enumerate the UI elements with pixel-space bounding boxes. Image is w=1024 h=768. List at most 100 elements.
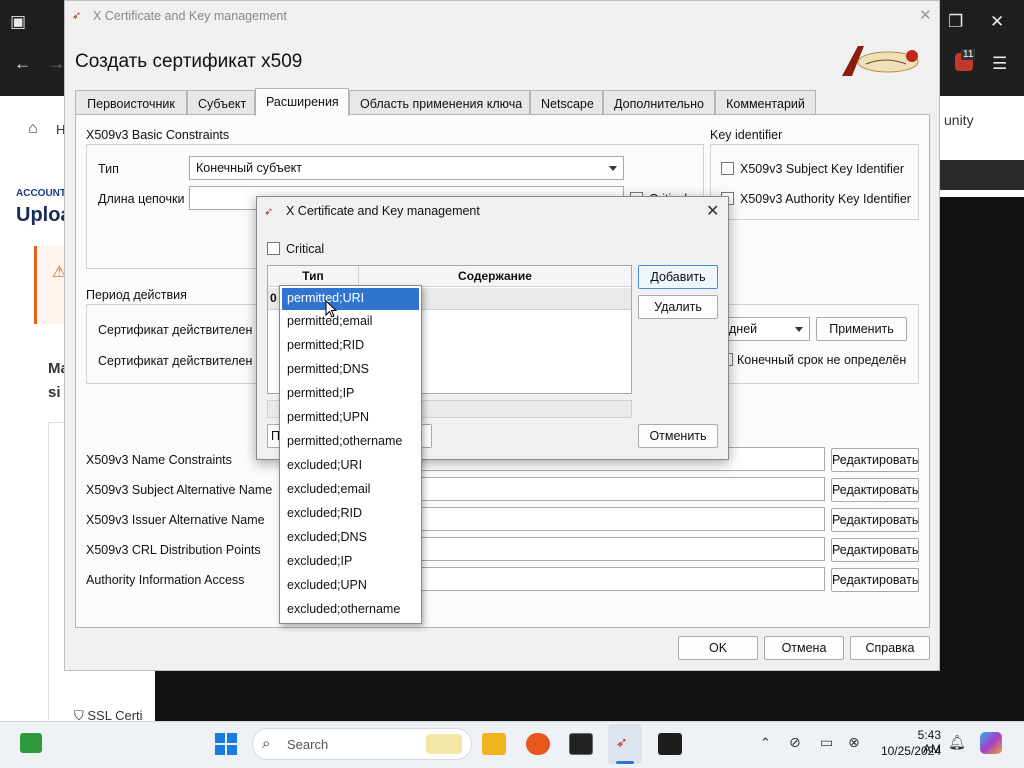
window-title: X Certificate and Key management — [93, 9, 287, 23]
chain-length-label: Длина цепочки — [98, 192, 185, 206]
xca-taskbar-icon: ➶ — [616, 734, 628, 750]
tab-count-badge: 11 — [961, 49, 976, 60]
apply-button[interactable]: Применить — [816, 317, 907, 341]
issuer-alt-name-label: X509v3 Issuer Alternative Name — [86, 513, 265, 527]
dropdown-item-permitted-rid[interactable]: permitted;RID — [280, 334, 421, 358]
tab-actions-icon[interactable]: ▣ — [10, 12, 26, 32]
file-explorer-icon[interactable] — [482, 733, 506, 755]
dropdown-item-excluded-uri[interactable]: excluded;URI — [280, 454, 421, 478]
dropdown-item-excluded-ip[interactable]: excluded;IP — [280, 550, 421, 574]
page-title: Создать сертификат x509 — [75, 51, 303, 72]
crl-points-field[interactable] — [420, 537, 825, 561]
tab-comment[interactable]: Комментарий — [715, 90, 816, 115]
dark-panel — [940, 160, 1024, 190]
subject-alt-name-label: X509v3 Subject Alternative Name — [86, 483, 273, 497]
type-dropdown-list[interactable]: permitted;URI permitted;email permitted;… — [279, 285, 422, 624]
chevron-up-icon[interactable]: ⌃ — [760, 735, 771, 751]
authority-info-field[interactable] — [420, 567, 825, 591]
close-browser-icon[interactable]: ✕ — [990, 12, 1004, 32]
ok-button[interactable]: OK — [678, 636, 758, 660]
validity-unit-select[interactable]: дней — [722, 317, 810, 341]
widgets-icon[interactable] — [20, 733, 42, 753]
search-placeholder: Search — [287, 737, 329, 752]
tab-netscape[interactable]: Netscape — [530, 90, 603, 115]
xca-logo — [836, 44, 922, 78]
tab-extensions[interactable]: Расширения — [255, 88, 349, 116]
start-windows-icon[interactable] — [214, 732, 238, 756]
volume-muted-icon[interactable]: ⊗ — [848, 734, 860, 751]
dialog-critical-checkbox[interactable] — [267, 242, 280, 255]
warning-box — [34, 246, 64, 324]
cancel-button[interactable]: Отмена — [764, 636, 844, 660]
dropdown-item-permitted-dns[interactable]: permitted;DNS — [280, 358, 421, 382]
subject-key-checkbox[interactable] — [721, 162, 734, 175]
dropdown-item-excluded-rid[interactable]: excluded;RID — [280, 502, 421, 526]
edit-name-constraints-button[interactable]: Редактировать — [831, 448, 919, 472]
tab-source[interactable]: Первоисточник — [75, 90, 187, 115]
dropdown-item-permitted-uri[interactable]: permitted;URI — [282, 288, 419, 310]
firefox-icon[interactable] — [526, 733, 550, 755]
dialog-title: X Certificate and Key management — [286, 204, 480, 218]
no-expiry-label: Конечный срок не определён — [737, 353, 907, 367]
list-panel — [48, 422, 64, 720]
add-button[interactable]: Добавить — [638, 265, 718, 289]
clock-date[interactable]: 10/25/2024 — [877, 744, 941, 758]
tab-advanced[interactable]: Дополнительно — [603, 90, 715, 115]
tab-subject[interactable]: Субъект — [187, 90, 255, 115]
dropdown-item-excluded-upn[interactable]: excluded;UPN — [280, 574, 421, 598]
forward-arrow-icon[interactable]: → — [48, 54, 65, 74]
terminal-icon[interactable] — [569, 733, 593, 755]
search-icon: ⌕ — [262, 735, 271, 752]
dropdown-item-excluded-dns[interactable]: excluded;DNS — [280, 526, 421, 550]
back-arrow-icon[interactable]: ← — [14, 54, 31, 74]
authority-key-label: X509v3 Authority Key Identifier — [740, 192, 911, 206]
name-constraints-label: X509v3 Name Constraints — [86, 453, 232, 467]
chevron-down-icon — [795, 327, 803, 332]
key-identifier-group — [710, 144, 919, 220]
dropdown-item-permitted-upn[interactable]: permitted;UPN — [280, 406, 421, 430]
console-icon[interactable] — [658, 733, 682, 755]
remove-button[interactable]: Удалить — [638, 295, 718, 319]
dropdown-item-excluded-othername[interactable]: excluded;othername — [280, 598, 421, 622]
dialog-cancel-button[interactable]: Отменить — [638, 424, 718, 448]
dropdown-item-permitted-ip[interactable]: permitted;IP — [280, 382, 421, 406]
edit-authority-info-button[interactable]: Редактировать — [831, 568, 919, 592]
home-icon[interactable]: ⌂ — [28, 120, 38, 138]
dropdown-item-excluded-email[interactable]: excluded;email — [280, 478, 421, 502]
display-icon[interactable]: ▭ — [820, 734, 833, 751]
text-fragment: unity — [944, 112, 974, 128]
key-identifier-title: Key identifier — [710, 128, 783, 142]
authority-info-label: Authority Information Access — [86, 573, 245, 587]
network-icon[interactable]: ⊘ — [789, 734, 801, 751]
valid-to-label: Сертификат действителен по — [98, 354, 270, 368]
issuer-alt-name-field[interactable] — [420, 507, 825, 531]
active-app-indicator — [616, 761, 634, 764]
edit-subject-alt-name-button[interactable]: Редактировать — [831, 478, 919, 502]
menu-icon[interactable]: ☰ — [992, 54, 1007, 74]
copilot-icon[interactable] — [980, 732, 1002, 754]
mouse-cursor-icon — [325, 299, 338, 321]
column-header-type[interactable]: Тип — [268, 266, 359, 287]
dialog-logo-icon: ➶ — [264, 206, 274, 218]
edit-crl-points-button[interactable]: Редактировать — [831, 538, 919, 562]
chevron-down-icon — [609, 166, 617, 171]
help-button[interactable]: Справка — [850, 636, 930, 660]
edit-issuer-alt-name-button[interactable]: Редактировать — [831, 508, 919, 532]
row-index: 0 — [270, 291, 277, 305]
dialog-close-icon[interactable]: ✕ — [706, 201, 719, 221]
type-select[interactable]: Конечный субъект — [189, 156, 624, 180]
subject-key-label: X509v3 Subject Key Identifier — [740, 162, 904, 176]
window-close-icon[interactable]: ✕ — [919, 6, 932, 24]
dropdown-item-permitted-email[interactable]: permitted;email — [280, 310, 421, 334]
validity-title: Период действия — [86, 288, 187, 302]
notification-bell-icon[interactable]: 🔔︎ — [948, 734, 966, 751]
tab-key-usage[interactable]: Область применения ключа — [349, 90, 530, 115]
restore-icon[interactable]: ❐ — [948, 12, 963, 32]
app-logo-icon: ➶ — [72, 10, 82, 22]
search-highlight-icon — [426, 734, 462, 754]
column-header-content[interactable]: Содержание — [359, 266, 631, 287]
subject-alt-name-field[interactable] — [420, 477, 825, 501]
terminal-background — [940, 197, 1024, 721]
taskbar — [0, 721, 1024, 768]
dropdown-item-permitted-othername[interactable]: permitted;othername — [280, 430, 421, 454]
